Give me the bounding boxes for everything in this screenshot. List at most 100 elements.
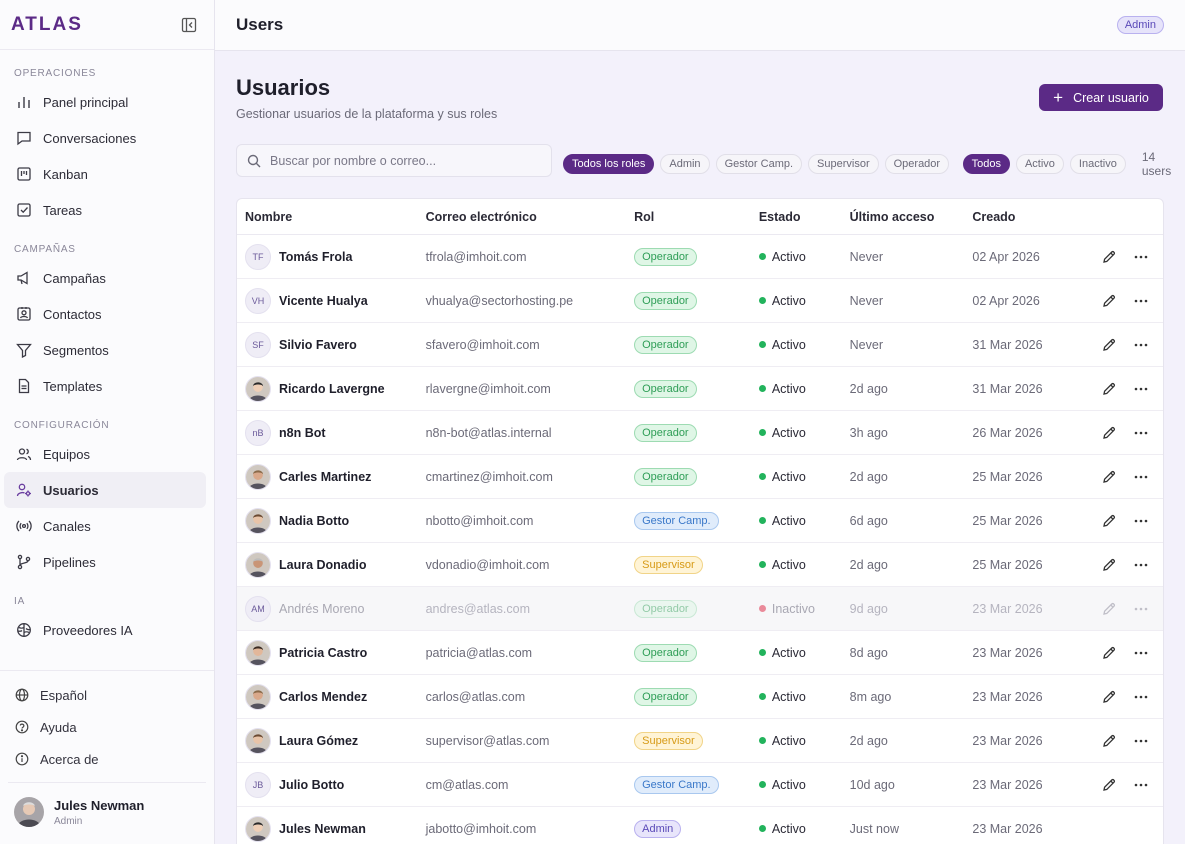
sidebar-bottom-ayuda[interactable]: Ayuda [0, 711, 214, 743]
table-row[interactable]: TF Tomás Frola tfrola@imhoit.com Operado… [237, 235, 1163, 279]
sidebar-bottom-acerca-de[interactable]: Acerca de [0, 743, 214, 775]
sidebar-item-conversaciones[interactable]: Conversaciones [0, 120, 206, 156]
more-options-icon[interactable] [1133, 249, 1149, 265]
edit-pencil-icon[interactable] [1101, 513, 1117, 529]
role-filter-gestor-camp[interactable]: Gestor Camp. [715, 154, 803, 174]
section-label-operaciones: OPERACIONES [14, 68, 97, 79]
more-options-icon[interactable] [1133, 601, 1149, 617]
table-row[interactable]: Nadia Botto nbotto@imhoit.com Gestor Cam… [237, 499, 1163, 543]
edit-pencil-icon[interactable] [1101, 425, 1117, 441]
sidebar-item-templates[interactable]: Templates [0, 368, 206, 404]
more-options-icon[interactable] [1133, 337, 1149, 353]
user-name: Carlos Mendez [279, 689, 368, 704]
user-email: n8n-bot@atlas.internal [425, 425, 552, 440]
edit-pencil-icon[interactable] [1101, 293, 1117, 309]
more-options-icon[interactable] [1133, 733, 1149, 749]
sidebar-item-proveedores-ia[interactable]: Proveedores IA [0, 612, 206, 648]
edit-pencil-icon[interactable] [1101, 381, 1117, 397]
sidebar-item-segmentos[interactable]: Segmentos [0, 332, 206, 368]
table-row[interactable]: Laura Donadio vdonadio@imhoit.com Superv… [237, 543, 1163, 587]
user-email: tfrola@imhoit.com [425, 249, 527, 264]
user-name: Vicente Hualya [279, 293, 368, 308]
table-row[interactable]: Carlos Mendez carlos@atlas.com Operador … [237, 675, 1163, 719]
table-row[interactable]: JB Julio Botto cm@atlas.com Gestor Camp.… [237, 763, 1163, 807]
more-options-icon[interactable] [1133, 425, 1149, 441]
more-options-icon[interactable] [1133, 381, 1149, 397]
role-badge: Gestor Camp. [634, 511, 719, 530]
sidebar-collapse-icon[interactable] [180, 16, 198, 34]
status-filter-inactivo[interactable]: Inactivo [1069, 154, 1126, 174]
column-header-creado[interactable]: Creado [972, 210, 1082, 224]
sidebar-item-tareas[interactable]: Tareas [0, 192, 206, 228]
edit-pencil-icon[interactable] [1101, 249, 1117, 265]
edit-pencil-icon[interactable] [1101, 337, 1117, 353]
sidebar-item-pipelines[interactable]: Pipelines [0, 544, 206, 580]
edit-pencil-icon[interactable] [1101, 645, 1117, 661]
sidebar: ATLAS OPERACIONES Panel principal Conversa… [0, 0, 215, 844]
role-filter-supervisor[interactable]: Supervisor [808, 154, 879, 174]
column-header-nombre[interactable]: Nombre [237, 210, 426, 224]
edit-pencil-icon[interactable] [1101, 469, 1117, 485]
edit-pencil-icon[interactable] [1101, 601, 1117, 617]
cell-name: AM Andrés Moreno [237, 595, 426, 622]
more-options-icon[interactable] [1133, 513, 1149, 529]
help-circle-icon [14, 719, 30, 735]
cell-name: Laura Donadio [237, 551, 426, 578]
sidebar-item-equipos[interactable]: Equipos [0, 436, 206, 472]
globe-icon [14, 687, 30, 703]
table-row[interactable]: VH Vicente Hualya vhualya@sectorhosting.… [237, 279, 1163, 323]
sidebar-bottom-espanol[interactable]: Español [0, 679, 214, 711]
more-options-icon[interactable] [1133, 557, 1149, 573]
edit-pencil-icon[interactable] [1101, 777, 1117, 793]
table-row[interactable]: Jules Newman jabotto@imhoit.com Admin Ac… [237, 807, 1163, 844]
edit-pencil-icon[interactable] [1101, 689, 1117, 705]
table-row[interactable]: Ricardo Lavergne rlavergne@imhoit.com Op… [237, 367, 1163, 411]
cell-name: Laura Gómez [237, 727, 426, 754]
status-dot [758, 297, 766, 304]
edit-pencil-icon[interactable] [1101, 733, 1117, 749]
sidebar-item-usuarios[interactable]: Usuarios [4, 472, 206, 508]
more-options-icon[interactable] [1133, 689, 1149, 705]
column-header-estado[interactable]: Estado [759, 210, 850, 224]
table-row[interactable]: Laura Gómez supervisor@atlas.com Supervi… [237, 719, 1163, 763]
create-user-button[interactable]: + Crear usuario [1039, 84, 1163, 111]
role-filter-operador[interactable]: Operador [884, 154, 950, 174]
sidebar-item-contactos[interactable]: Contactos [0, 296, 206, 332]
row-actions [1082, 557, 1163, 573]
cell-status: Activo [758, 646, 850, 660]
table-row[interactable]: Carles Martinez cmartinez@imhoit.com Ope… [237, 455, 1163, 499]
cell-status: Activo [758, 426, 850, 440]
more-options-icon[interactable] [1133, 645, 1149, 661]
status-filter-todos[interactable]: Todos [962, 154, 1010, 174]
last-access: 6d ago [849, 513, 888, 528]
role-filter-todos-los-roles[interactable]: Todos los roles [563, 154, 655, 174]
role-badge: Operador [634, 379, 697, 398]
more-options-icon[interactable] [1133, 469, 1149, 485]
table-row[interactable]: SF Silvio Favero sfavero@imhoit.com Oper… [237, 323, 1163, 367]
cell-role: Operador [634, 335, 759, 354]
table-row[interactable]: nB n8n Bot n8n-bot@atlas.internal Operad… [237, 411, 1163, 455]
sidebar-item-label: Tareas [43, 202, 83, 218]
section-label-ia: IA [14, 596, 26, 607]
user-avatar [245, 463, 271, 490]
edit-pencil-icon[interactable] [1101, 557, 1117, 573]
column-header-rol[interactable]: Rol [634, 210, 759, 224]
more-options-icon[interactable] [1133, 777, 1149, 793]
table-row[interactable]: AM Andrés Moreno andres@atlas.com Operad… [237, 587, 1163, 631]
sidebar-item-panel-principal[interactable]: Panel principal [0, 84, 206, 120]
sidebar-item-campanas[interactable]: Campañas [0, 260, 206, 296]
search-input[interactable] [270, 153, 540, 168]
user-email: cmartinez@imhoit.com [425, 469, 553, 484]
column-header-correo-electronico[interactable]: Correo electrónico [426, 210, 635, 224]
cell-role: Operador [634, 379, 759, 398]
user-email: patricia@atlas.com [425, 645, 533, 660]
status-filter-activo[interactable]: Activo [1015, 154, 1064, 174]
role-filter-admin[interactable]: Admin [660, 154, 710, 174]
sidebar-item-kanban[interactable]: Kanban [0, 156, 206, 192]
sidebar-bottom: Español Ayuda Acerca de [0, 670, 214, 775]
more-options-icon[interactable] [1133, 293, 1149, 309]
column-header-ultimo-acceso[interactable]: Último acceso [850, 210, 973, 224]
table-row[interactable]: Patricia Castro patricia@atlas.com Opera… [237, 631, 1163, 675]
current-user-card[interactable]: Jules Newman Admin [8, 782, 206, 827]
sidebar-item-canales[interactable]: Canales [0, 508, 206, 544]
